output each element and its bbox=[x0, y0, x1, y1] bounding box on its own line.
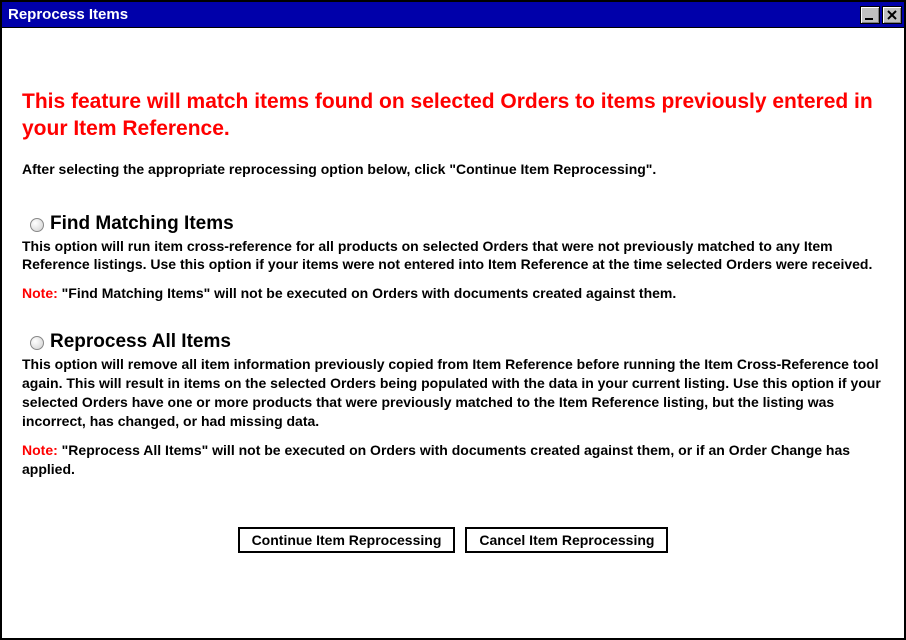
minimize-button[interactable] bbox=[860, 6, 880, 24]
instruction-text: After selecting the appropriate reproces… bbox=[22, 161, 884, 177]
note-text: "Reprocess All Items" will not be execut… bbox=[22, 442, 850, 477]
titlebar: Reprocess Items bbox=[2, 2, 904, 28]
continue-button[interactable]: Continue Item Reprocessing bbox=[238, 527, 456, 553]
dialog-window: Reprocess Items This feature will match … bbox=[0, 0, 906, 640]
note-text: "Find Matching Items" will not be execut… bbox=[58, 285, 677, 301]
close-button[interactable] bbox=[882, 6, 902, 24]
button-row: Continue Item Reprocessing Cancel Item R… bbox=[22, 527, 884, 553]
option-row: Find Matching Items bbox=[22, 213, 884, 235]
window-controls bbox=[860, 6, 902, 24]
option-description: This option will run item cross-referenc… bbox=[22, 237, 884, 275]
option-reprocess-all: Reprocess All Items This option will rem… bbox=[22, 331, 884, 478]
note-label: Note: bbox=[22, 442, 58, 458]
option-note: Note: "Reprocess All Items" will not be … bbox=[22, 441, 884, 479]
radio-find-matching[interactable] bbox=[30, 218, 44, 232]
window-title: Reprocess Items bbox=[8, 6, 860, 23]
option-title: Find Matching Items bbox=[50, 213, 234, 235]
cancel-button[interactable]: Cancel Item Reprocessing bbox=[465, 527, 668, 553]
minimize-icon bbox=[864, 9, 876, 21]
option-find-matching: Find Matching Items This option will run… bbox=[22, 213, 884, 304]
headline-text: This feature will match items found on s… bbox=[22, 88, 884, 143]
option-row: Reprocess All Items bbox=[22, 331, 884, 353]
close-icon bbox=[886, 9, 898, 21]
option-title: Reprocess All Items bbox=[50, 331, 231, 353]
option-description: This option will remove all item informa… bbox=[22, 355, 884, 431]
note-label: Note: bbox=[22, 285, 58, 301]
radio-reprocess-all[interactable] bbox=[30, 336, 44, 350]
dialog-content: This feature will match items found on s… bbox=[2, 28, 904, 638]
option-note: Note: "Find Matching Items" will not be … bbox=[22, 284, 884, 303]
